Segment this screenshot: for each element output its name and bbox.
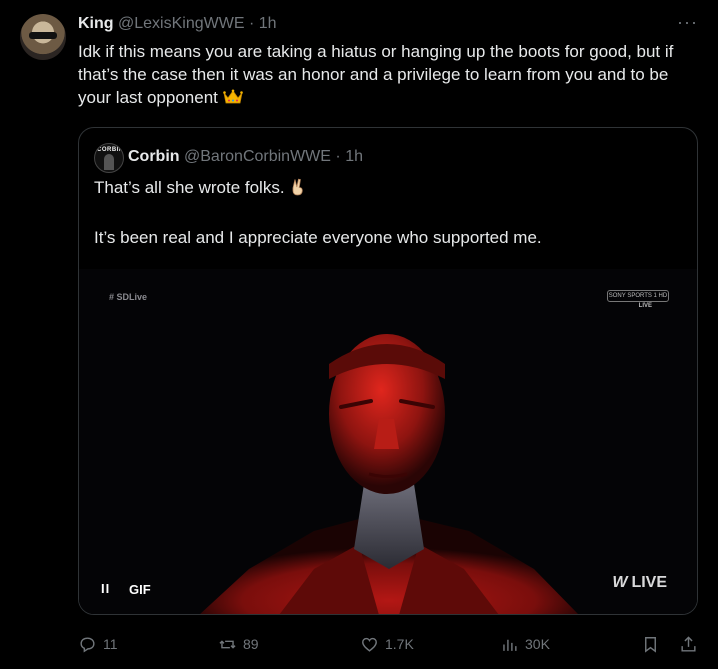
pause-icon[interactable]: II	[101, 581, 110, 596]
quoted-tweet-time[interactable]: 1h	[345, 148, 363, 165]
repost-button[interactable]: 89	[218, 630, 259, 658]
channel-live-text: LIVE	[638, 303, 652, 309]
author-handle[interactable]: @LexisKingWWE	[118, 15, 245, 32]
quoted-author-name[interactable]: Corbin	[128, 148, 180, 165]
share-icon	[681, 635, 696, 652]
tweet-text: Idk if this means you are taking a hiatu…	[78, 40, 698, 109]
share-button[interactable]	[679, 630, 698, 658]
broadcast-live-badge: W LIVE	[612, 574, 667, 592]
quoted-text-line1: That’s all she wrote folks.	[94, 177, 307, 199]
repost-icon	[219, 639, 236, 649]
separator-dot: ·	[335, 148, 341, 165]
broadcast-live-text: LIVE	[631, 574, 667, 591]
separator-dot: ·	[248, 15, 255, 32]
hashtag-overlay: # SDLive	[109, 292, 148, 302]
wwe-logo-icon: W	[612, 574, 628, 591]
crown-icon	[222, 89, 243, 104]
channel-badge: SONY SPORTS 1 HD	[607, 290, 669, 302]
avatar-logo-text: CORBIN	[97, 147, 124, 153]
author-avatar[interactable]	[20, 14, 66, 60]
views-count: 30K	[525, 636, 550, 652]
quoted-author-avatar[interactable]: CORBIN	[94, 143, 124, 173]
like-button[interactable]: 1.7K	[360, 630, 414, 658]
reply-button[interactable]: 11	[78, 630, 118, 658]
tweet[interactable]: King @LexisKingWWE · 1h ··· Idk if this …	[0, 0, 718, 669]
action-bar: 11 89 1.7K 30K	[78, 630, 698, 658]
like-count: 1.7K	[385, 636, 414, 652]
quoted-text-line1-content: That’s all she wrote folks.	[94, 178, 285, 197]
quoted-tweet[interactable]: CORBIN Corbin @BaronCorbinWWE · 1h That’…	[78, 127, 698, 615]
bookmark-button[interactable]	[641, 630, 660, 658]
tweet-header: King @LexisKingWWE · 1h	[78, 14, 277, 34]
tweet-text-content: Idk if this means you are taking a hiatu…	[78, 42, 674, 107]
reply-count: 11	[103, 636, 118, 652]
quoted-author-handle[interactable]: @BaronCorbinWWE	[184, 148, 331, 165]
more-icon[interactable]: ···	[677, 12, 698, 33]
heart-icon	[362, 637, 377, 652]
bookmark-icon	[645, 636, 656, 653]
author-name[interactable]: King	[78, 15, 114, 32]
quoted-text-line2: It’s been real and I appreciate everyone…	[94, 228, 542, 247]
victory-hand-icon	[292, 178, 303, 196]
quoted-tweet-header: Corbin @BaronCorbinWWE · 1h	[128, 147, 363, 167]
gif-media[interactable]: # SDLive SONY SPORTS 1 HD LIVE II GIF WL…	[79, 269, 697, 614]
gif-badge: GIF	[129, 582, 151, 597]
views-icon	[503, 639, 517, 651]
reply-icon	[80, 636, 95, 653]
tweet-time[interactable]: 1h	[259, 15, 277, 32]
repost-count: 89	[243, 636, 259, 652]
views-button[interactable]: 30K	[500, 630, 550, 658]
gif-frame	[79, 269, 697, 614]
